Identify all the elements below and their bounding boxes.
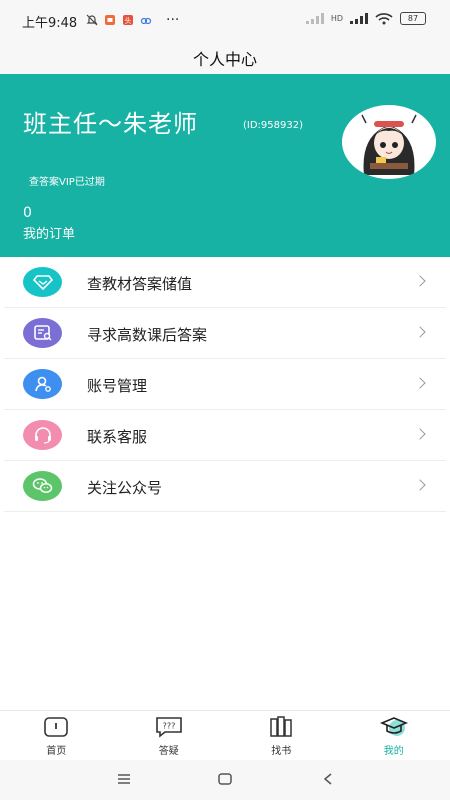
menu-item-label: 寻求高数课后答案	[87, 326, 208, 344]
avatar-illustration	[361, 114, 417, 175]
menu-list: 查教材答案储值 寻求高数课后答案 账号管理 联系客服 关注公众号	[4, 257, 446, 512]
headset-icon	[23, 420, 62, 450]
bottom-tab-bar: 首页 ??? 答疑 找书 我的	[0, 710, 450, 761]
tab-find-books[interactable]: 找书	[225, 711, 338, 761]
menu-item-customer-service[interactable]: 联系客服	[4, 410, 446, 461]
order-count[interactable]: 0	[23, 205, 32, 221]
chevron-right-icon	[414, 326, 426, 338]
cloud-icon	[140, 17, 152, 25]
menu-item-label: 关注公众号	[87, 479, 163, 497]
menu-item-label: 查教材答案储值	[87, 275, 193, 293]
wechat-icon	[23, 471, 62, 501]
network-badge: HD	[330, 14, 343, 23]
signal-icon	[305, 13, 324, 24]
system-status: HD 87	[305, 12, 426, 25]
wifi-icon	[375, 12, 393, 24]
home-button-icon[interactable]	[218, 772, 232, 786]
svg-text:???: ???	[162, 722, 175, 731]
search-document-icon	[23, 318, 62, 348]
mute-bell-icon	[86, 14, 98, 26]
svg-text:头: 头	[125, 16, 132, 25]
chat-question-icon: ???	[155, 717, 182, 738]
home-icon	[44, 717, 69, 737]
menu-item-calculus-answers[interactable]: 寻求高数课后答案	[4, 308, 446, 359]
page-title: 个人中心	[192, 50, 257, 69]
user-settings-icon	[23, 369, 62, 399]
status-bar: 上午9:48 头 ··· HD 87	[0, 0, 450, 38]
avatar[interactable]	[342, 105, 436, 179]
chevron-right-icon	[414, 377, 426, 389]
vip-status[interactable]: 查答案VIP已过期	[29, 173, 105, 188]
books-icon	[270, 716, 292, 737]
tab-label: 找书	[271, 746, 292, 757]
tab-label: 答疑	[158, 746, 179, 757]
profile-card: 班主任～朱老师 (ID:958932) 查答案VIP已过期 0 我的订单	[0, 74, 450, 257]
menu-icon[interactable]	[117, 773, 131, 785]
user-name: 班主任～朱老师	[23, 110, 198, 138]
back-icon[interactable]	[322, 772, 334, 786]
app-notification-icon	[105, 15, 115, 25]
my-orders-link[interactable]: 我的订单	[23, 223, 75, 242]
menu-item-account-management[interactable]: 账号管理	[4, 359, 446, 410]
tab-label: 首页	[46, 746, 67, 757]
tab-qa[interactable]: ??? 答疑	[113, 711, 226, 761]
user-id: (ID:958932)	[243, 120, 303, 131]
menu-item-textbook-answers-recharge[interactable]: 查教材答案储值	[4, 257, 446, 308]
tab-home[interactable]: 首页	[0, 711, 113, 761]
menu-item-label: 联系客服	[87, 428, 148, 446]
system-nav-bar	[0, 760, 450, 800]
more-icon: ···	[166, 12, 180, 28]
signal-icon	[350, 13, 368, 24]
tab-label: 我的	[383, 746, 404, 757]
chevron-right-icon	[414, 275, 426, 287]
menu-item-follow-official-account[interactable]: 关注公众号	[4, 461, 446, 512]
chevron-right-icon	[414, 428, 426, 440]
title-bar: 个人中心	[0, 38, 450, 74]
app-notification-icon: 头	[123, 15, 133, 25]
graduation-cap-icon	[379, 717, 408, 736]
battery-icon: 87	[400, 12, 426, 25]
notification-icons: 头 ···	[86, 12, 179, 28]
chevron-right-icon	[414, 479, 426, 491]
menu-item-label: 账号管理	[87, 377, 148, 395]
diamond-icon	[23, 267, 62, 297]
tab-mine[interactable]: 我的	[338, 711, 450, 761]
status-time: 上午9:48	[22, 16, 78, 31]
